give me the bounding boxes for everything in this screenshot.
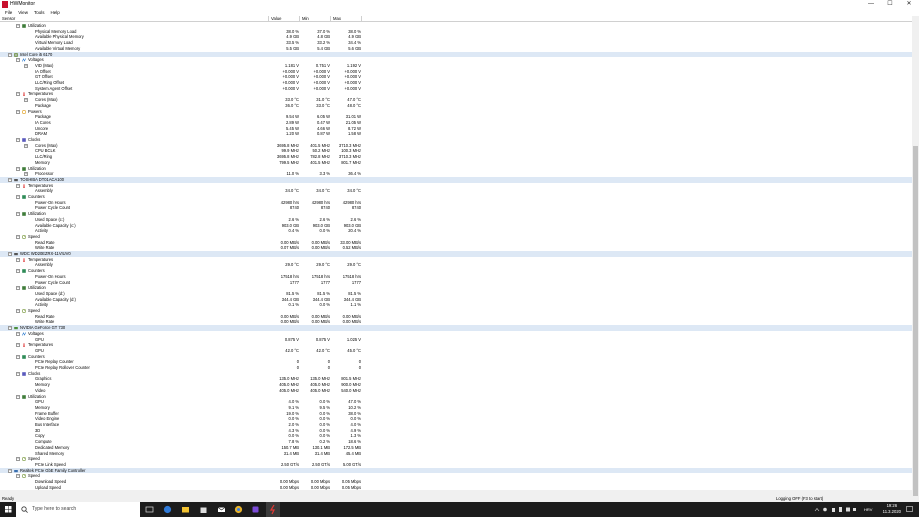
column-max[interactable]: Max xyxy=(331,16,362,22)
window-title: HWMonitor xyxy=(10,1,36,7)
speedometer-icon xyxy=(22,474,26,479)
system-tray[interactable]: HRV xyxy=(813,502,873,517)
collapse-icon[interactable]: − xyxy=(16,371,20,376)
task-view-icon[interactable] xyxy=(145,505,154,514)
cpu-icon xyxy=(14,52,18,57)
taskbar: Type here to search HRV 19:26 11.3.2020 xyxy=(0,502,919,517)
expand-icon[interactable]: + xyxy=(24,143,28,148)
collapse-icon[interactable]: − xyxy=(8,468,12,473)
collapse-icon[interactable]: − xyxy=(16,343,20,348)
collapse-icon[interactable]: − xyxy=(16,474,20,479)
search-box[interactable]: Type here to search xyxy=(16,502,140,517)
collapse-icon[interactable]: − xyxy=(16,457,20,462)
counter-icon xyxy=(22,354,26,359)
column-min[interactable]: Min xyxy=(300,16,331,22)
clock-date: 11.3.2020 xyxy=(882,509,901,514)
clock-icon xyxy=(22,371,26,376)
app-icon-purple[interactable] xyxy=(251,505,260,514)
collapse-icon[interactable]: − xyxy=(16,286,20,291)
mail-icon[interactable] xyxy=(217,505,226,514)
collapse-icon[interactable]: − xyxy=(16,109,20,114)
collapse-icon[interactable]: − xyxy=(16,166,20,171)
utilization-icon xyxy=(22,286,26,290)
thermometer-icon xyxy=(23,343,25,348)
utilization-icon xyxy=(22,166,26,171)
search-placeholder: Type here to search xyxy=(32,506,77,512)
expand-icon[interactable]: + xyxy=(24,98,28,103)
file-explorer-icon[interactable] xyxy=(181,505,190,514)
edge-browser-icon[interactable] xyxy=(163,505,172,514)
column-sensor[interactable]: Sensor xyxy=(0,16,269,22)
language-indicator: HRV xyxy=(864,507,873,512)
collapse-icon[interactable]: − xyxy=(16,183,20,188)
notifications-icon[interactable] xyxy=(905,505,914,514)
clock-icon xyxy=(22,138,26,142)
thermometer-icon xyxy=(23,257,25,262)
voltage-icon xyxy=(22,331,26,336)
title-bar: HWMonitor — ☐ ✕ xyxy=(0,0,919,9)
power-icon xyxy=(22,109,26,114)
hwmonitor-taskbar-icon[interactable] xyxy=(266,502,280,517)
search-icon xyxy=(21,506,28,513)
maximize-button[interactable]: ☐ xyxy=(882,0,898,9)
counter-icon xyxy=(22,195,26,199)
collapse-icon[interactable]: − xyxy=(16,195,20,199)
hard-drive-icon xyxy=(14,253,18,256)
collapse-icon[interactable]: − xyxy=(16,354,20,359)
collapse-icon[interactable]: − xyxy=(16,309,20,313)
collapse-icon[interactable]: − xyxy=(16,92,20,97)
store-icon[interactable] xyxy=(199,505,208,514)
collapse-icon[interactable]: − xyxy=(16,58,20,63)
collapse-icon[interactable]: − xyxy=(16,394,20,399)
menu-view[interactable]: View xyxy=(17,9,29,16)
utilization-icon xyxy=(22,394,26,399)
chrome-icon[interactable] xyxy=(234,505,243,514)
hard-drive-icon xyxy=(14,178,18,182)
vertical-scrollbar[interactable] xyxy=(912,16,919,496)
network-adapter-icon xyxy=(14,469,18,472)
minimize-button[interactable]: — xyxy=(863,0,879,9)
counter-icon xyxy=(22,269,26,273)
collapse-icon[interactable]: − xyxy=(16,269,20,274)
windows-logo-icon xyxy=(5,506,12,513)
gpu-icon xyxy=(14,327,18,330)
collapse-icon[interactable]: − xyxy=(16,24,20,28)
menu-help[interactable]: Help xyxy=(49,9,60,16)
menu-bar: File View Tools Help xyxy=(0,9,919,16)
voltage-icon xyxy=(22,58,26,62)
expand-icon[interactable]: + xyxy=(24,172,28,177)
collapse-icon[interactable]: − xyxy=(8,326,12,331)
speedometer-icon xyxy=(22,457,26,462)
close-button[interactable]: ✕ xyxy=(901,0,917,9)
column-value[interactable]: Value xyxy=(269,16,300,22)
collapse-icon[interactable]: − xyxy=(8,52,12,57)
collapse-icon[interactable]: − xyxy=(8,177,12,182)
menu-tools[interactable]: Tools xyxy=(33,9,46,16)
speedometer-icon xyxy=(22,309,26,313)
collapse-icon[interactable]: − xyxy=(16,138,20,142)
collapse-icon[interactable]: − xyxy=(16,212,20,217)
tray-icons xyxy=(814,507,856,512)
collapse-icon[interactable]: − xyxy=(16,234,20,239)
thermometer-icon xyxy=(23,92,25,97)
sensor-tree[interactable]: − Utilization Physical Memory Load 38.0 % 37… xyxy=(0,23,912,496)
expand-icon[interactable]: + xyxy=(24,63,28,68)
menu-file[interactable]: File xyxy=(4,9,13,16)
column-header: Sensor Value Min Max xyxy=(0,16,912,22)
thermometer-icon xyxy=(23,183,25,188)
app-icon xyxy=(2,1,8,8)
collapse-icon[interactable]: − xyxy=(16,257,20,262)
clock[interactable]: 19:26 11.3.2020 xyxy=(883,503,901,515)
collapse-icon[interactable]: − xyxy=(8,252,12,256)
collapse-icon[interactable]: − xyxy=(16,331,20,336)
utilization-icon xyxy=(22,24,26,28)
windows-start-button[interactable] xyxy=(0,502,16,517)
scroll-thumb[interactable] xyxy=(913,146,918,496)
speedometer-icon xyxy=(22,234,26,239)
utilization-icon xyxy=(22,212,26,216)
